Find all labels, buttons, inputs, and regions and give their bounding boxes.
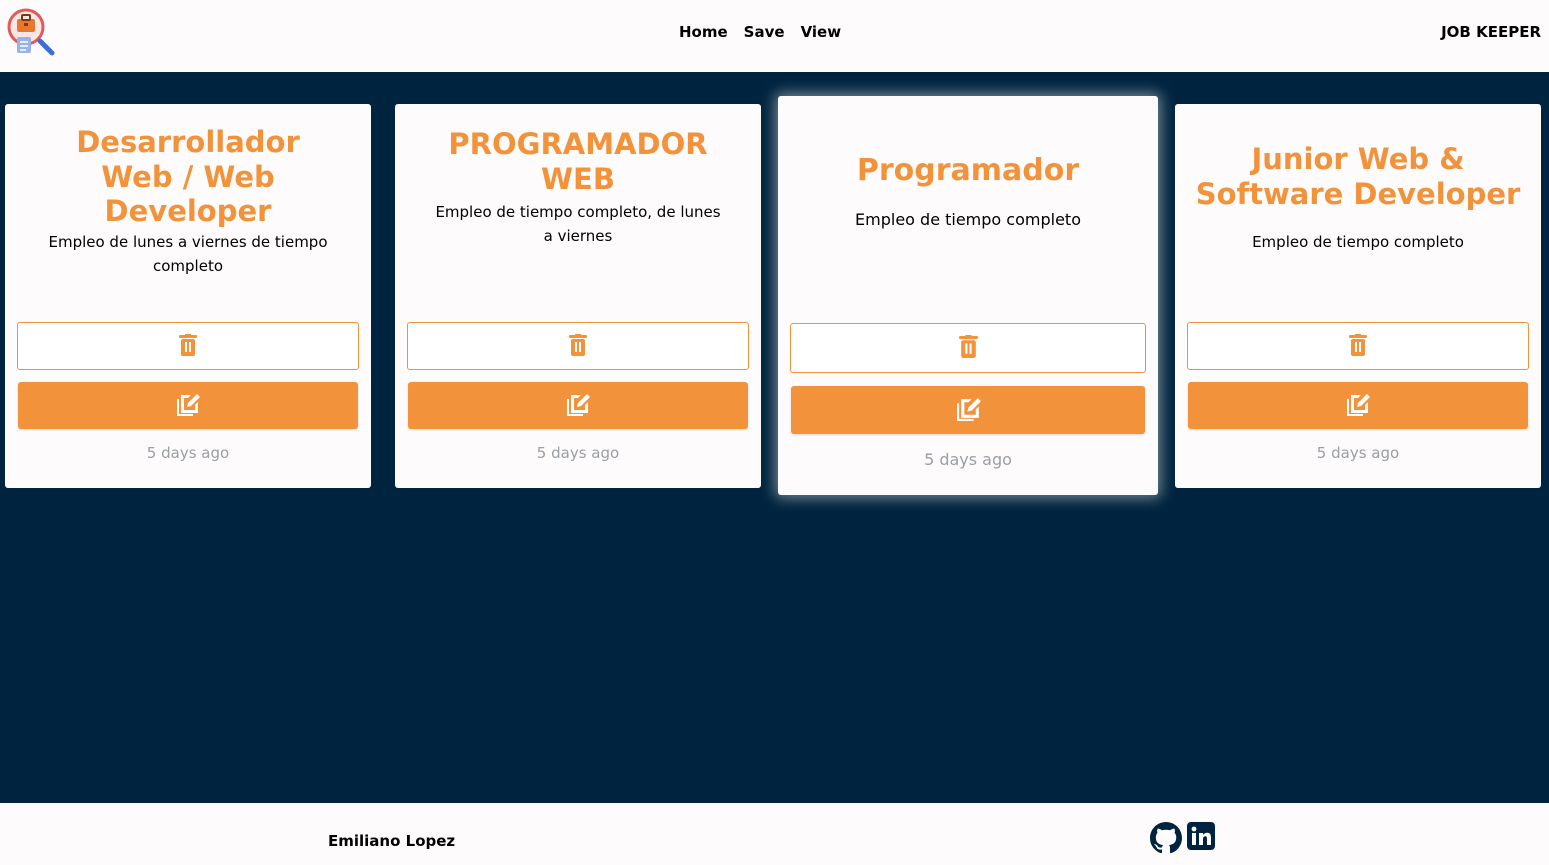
navbar: Home Save View JOB KEEPER bbox=[0, 0, 1549, 72]
job-card: Programador Empleo de tiempo completo 5 … bbox=[778, 96, 1158, 495]
job-description: Empleo de tiempo completo bbox=[855, 210, 1081, 229]
edit-icon bbox=[175, 391, 201, 420]
job-title: Junior Web & Software Developer bbox=[1195, 142, 1521, 211]
job-card: PROGRAMADOR WEB Empleo de tiempo complet… bbox=[395, 104, 761, 488]
job-title: Programador bbox=[856, 153, 1080, 188]
edit-button[interactable] bbox=[791, 386, 1145, 434]
posted-time: 5 days ago bbox=[1316, 444, 1400, 462]
edit-icon bbox=[1345, 391, 1371, 420]
trash-icon bbox=[958, 335, 979, 361]
job-title: PROGRAMADOR WEB bbox=[448, 127, 708, 196]
trash-icon bbox=[568, 333, 588, 359]
trash-icon bbox=[1348, 333, 1368, 359]
job-description: Empleo de tiempo completo bbox=[1252, 233, 1464, 251]
job-card: Junior Web & Software Developer Empleo d… bbox=[1175, 104, 1541, 488]
edit-button[interactable] bbox=[408, 382, 748, 429]
job-description: Empleo de lunes a viernes de tiempo comp… bbox=[48, 233, 328, 275]
posted-time: 5 days ago bbox=[924, 450, 1012, 469]
posted-time: 5 days ago bbox=[536, 444, 620, 462]
nav-save-link[interactable]: Save bbox=[744, 22, 785, 42]
linkedin-icon[interactable] bbox=[1187, 822, 1215, 850]
job-description: Empleo de tiempo completo, de lunes a vi… bbox=[435, 203, 721, 245]
edit-icon bbox=[565, 391, 591, 420]
brand-name: JOB KEEPER bbox=[1441, 23, 1541, 41]
nav-view-link[interactable]: View bbox=[801, 22, 842, 42]
delete-button[interactable] bbox=[17, 322, 359, 370]
nav-home-link[interactable]: Home bbox=[679, 22, 728, 42]
footer: Emiliano Lopez bbox=[0, 803, 1549, 865]
edit-button[interactable] bbox=[18, 382, 358, 429]
job-title: Desarrollador Web / Web Developer bbox=[76, 124, 300, 229]
posted-time: 5 days ago bbox=[146, 444, 230, 462]
nav-links: Home Save View bbox=[679, 22, 841, 42]
trash-icon bbox=[178, 333, 198, 359]
job-search-logo-icon[interactable] bbox=[4, 5, 56, 57]
delete-button[interactable] bbox=[407, 322, 749, 370]
delete-button[interactable] bbox=[790, 323, 1146, 373]
job-card: Desarrollador Web / Web Developer Empleo… bbox=[5, 104, 371, 488]
author-name: Emiliano Lopez bbox=[328, 832, 456, 850]
delete-button[interactable] bbox=[1187, 322, 1529, 370]
edit-icon bbox=[955, 395, 982, 425]
edit-button[interactable] bbox=[1188, 382, 1528, 429]
github-icon[interactable] bbox=[1150, 822, 1182, 854]
